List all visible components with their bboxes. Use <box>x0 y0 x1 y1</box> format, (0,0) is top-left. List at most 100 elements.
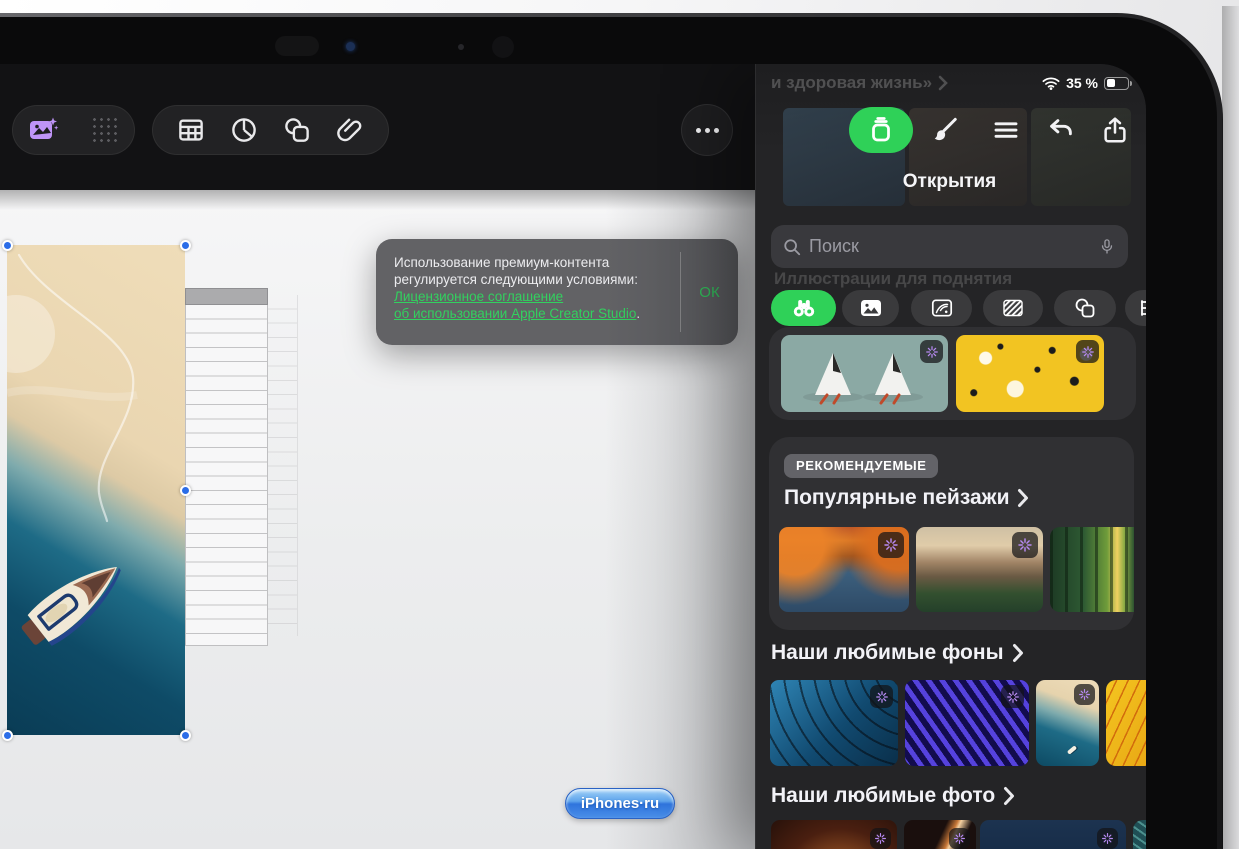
media-toolbar-group <box>12 105 135 155</box>
binoculars-icon <box>793 300 814 317</box>
undo-button[interactable] <box>1042 107 1080 153</box>
format-button[interactable] <box>925 107 963 153</box>
front-camera <box>346 42 355 51</box>
thumbnail-autumn-lake[interactable] <box>779 527 909 612</box>
license-link-2[interactable]: об использовании Apple Creator Studio <box>394 306 636 321</box>
thumbnail-sunlit-forest[interactable] <box>1050 527 1134 612</box>
selection-handle-bottom-left[interactable] <box>2 730 13 741</box>
thumbnail-ducks-illustration[interactable] <box>781 335 948 412</box>
undo-icon <box>1050 119 1072 136</box>
sparkle-badge-icon <box>1012 532 1038 558</box>
table-icon[interactable] <box>175 114 207 146</box>
thumbnail-mountain-valley[interactable] <box>916 527 1043 612</box>
thumbnail-fern-photo[interactable] <box>1133 820 1146 849</box>
filter-chip-illustrations[interactable] <box>911 290 972 326</box>
chevron-right-icon <box>938 75 948 91</box>
section-heading-photos[interactable]: Наши любимые фото <box>771 784 1015 808</box>
section-heading-landscapes[interactable]: Популярные пейзажи <box>784 486 1029 510</box>
camera-lens <box>492 36 514 58</box>
stack-icon <box>872 117 890 142</box>
wifi-icon <box>1042 77 1060 90</box>
thumbnail-cave-photo[interactable] <box>771 820 897 849</box>
chevron-right-icon <box>1012 644 1023 662</box>
thumbnail-leaf-macro[interactable] <box>1106 680 1146 766</box>
paintbrush-icon <box>934 117 957 141</box>
sparkle-badge-icon <box>878 532 904 558</box>
thumbnail-purple-pattern[interactable] <box>905 680 1029 766</box>
thumbnail-comet-photo[interactable] <box>904 820 976 849</box>
recommended-badge: РЕКОМЕНДУЕМЫЕ <box>784 454 939 478</box>
mic-icon[interactable] <box>1098 235 1116 259</box>
filter-chip-more[interactable] <box>1125 290 1146 326</box>
media-sparkle-icon[interactable] <box>27 114 59 146</box>
ipad-product-photo: Использование премиум-контента регулируе… <box>0 0 1239 849</box>
filter-chip-shapes[interactable] <box>1054 290 1116 326</box>
search-input[interactable] <box>809 236 1090 257</box>
filter-chip-photos[interactable] <box>842 290 899 326</box>
selection-handle-mid-right[interactable] <box>180 485 191 496</box>
dots-grid-icon[interactable] <box>90 115 120 145</box>
table-faint-column <box>268 295 298 636</box>
battery-icon <box>1104 76 1132 90</box>
list-icon <box>1141 300 1146 316</box>
thumbnail-beach-aerial[interactable] <box>1036 680 1099 766</box>
selection-handle-top-right[interactable] <box>180 240 191 251</box>
front-sensor <box>275 36 319 56</box>
chart-icon[interactable] <box>228 114 260 146</box>
sparkle-badge-icon <box>949 828 970 849</box>
ipad-screen: Использование премиум-контента регулируе… <box>0 64 1146 849</box>
shapes-icon[interactable] <box>281 114 313 146</box>
battery-percent: 35 % <box>1066 75 1098 91</box>
thumbnail-marble-texture[interactable] <box>956 335 1104 412</box>
chevron-right-icon <box>1004 787 1015 805</box>
sparkle-badge-icon <box>1001 685 1024 708</box>
view-options-button[interactable] <box>987 107 1025 153</box>
stack-button-active[interactable] <box>849 107 913 153</box>
chevron-right-icon <box>1018 489 1029 507</box>
search-bar[interactable] <box>771 225 1128 268</box>
view-options-icon <box>994 122 1018 138</box>
panel-shadow-on-canvas <box>605 190 755 849</box>
dimmed-heading-text: и здоровая жизнь» <box>771 73 933 92</box>
sparkle-badge-icon <box>870 828 891 849</box>
filter-chip-textures[interactable] <box>983 290 1043 326</box>
section-title: Популярные пейзажи <box>784 486 1010 509</box>
editor-toolbar <box>0 64 755 190</box>
dimmed-background-text: Иллюстрации для поднятия <box>774 269 1013 288</box>
selected-image-beach-aerial[interactable] <box>7 245 185 735</box>
illustrations-icon <box>931 299 952 317</box>
selection-handle-bottom-right[interactable] <box>180 730 191 741</box>
section-title: Наши любимые фото <box>771 784 996 807</box>
watermark-badge: iPhones·ru <box>565 788 675 819</box>
selection-handle-top-left[interactable] <box>2 240 13 251</box>
ambient-sensor <box>458 44 464 50</box>
mini-boat <box>1066 745 1078 755</box>
more-button[interactable] <box>681 104 733 156</box>
thumbnail-blue-terraces[interactable] <box>770 680 898 766</box>
license-link-1[interactable]: Лицензионное соглашение <box>394 289 563 304</box>
dialog-line2: регулируется следующими условиями: <box>394 272 638 287</box>
discover-panel: и здоровая жизнь» 35 % Открытия Поиск Ил… <box>755 64 1146 849</box>
attachment-icon[interactable] <box>334 114 366 146</box>
share-button[interactable] <box>1096 107 1134 153</box>
shapes-icon <box>1075 298 1095 318</box>
shoreline-path <box>7 253 138 523</box>
dialog-line1: Использование премиум-контента <box>394 255 610 270</box>
sparkle-badge-icon <box>1076 340 1099 363</box>
table-object[interactable] <box>185 288 268 646</box>
recommended-card: РЕКОМЕНДУЕМЫЕ Популярные пейзажи <box>769 437 1134 630</box>
section-title: Наши любимые фоны <box>771 641 1004 664</box>
suggestions-card <box>769 327 1136 420</box>
table-body-rows <box>185 305 268 646</box>
search-icon <box>784 238 801 255</box>
table-header-row <box>185 288 268 305</box>
dimmed-background-heading: и здоровая жизнь» <box>771 73 948 93</box>
thumbnail-night-photo[interactable] <box>980 820 1126 849</box>
document-canvas[interactable]: Использование премиум-контента регулируе… <box>0 190 755 849</box>
status-bar: 35 % <box>1042 75 1132 91</box>
section-heading-backgrounds[interactable]: Наши любимые фоны <box>771 641 1024 665</box>
sparkle-badge-icon <box>1097 828 1118 849</box>
sparkle-badge-icon <box>1074 684 1095 705</box>
filter-chip-discover[interactable] <box>771 290 836 326</box>
insert-toolbar-group <box>152 105 389 155</box>
